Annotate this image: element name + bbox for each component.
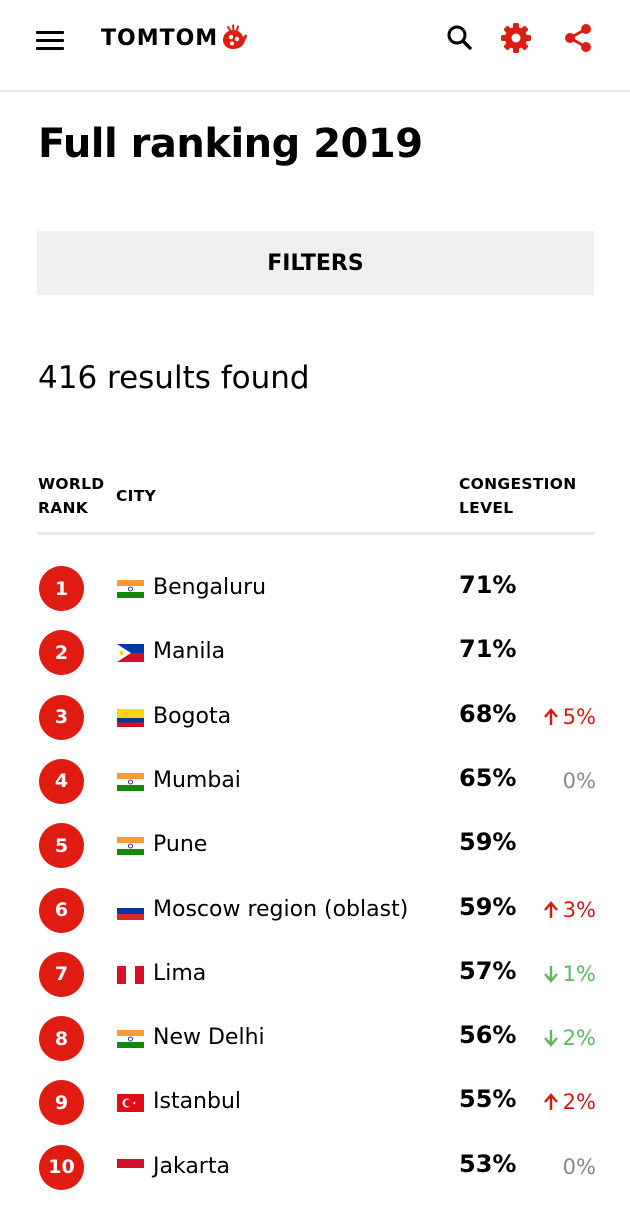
table-row[interactable]: 4 Mumbai 65% 0%: [0, 758, 630, 823]
city-name[interactable]: Moscow region (oblast): [153, 895, 408, 925]
congestion-level: 71%: [459, 571, 517, 599]
congestion-level: 56%: [459, 1021, 517, 1050]
flag-colombia-icon: [117, 708, 144, 727]
change-value: 1%: [562, 961, 596, 986]
flag-philippines-icon: [117, 644, 144, 663]
congestion-level: 68%: [459, 699, 517, 728]
congestion-level: 71%: [459, 635, 517, 664]
city-name[interactable]: Bogota: [153, 702, 231, 732]
logo-text: TOMTOM: [101, 26, 219, 51]
arrow-down-icon: [543, 1030, 558, 1047]
search-icon[interactable]: [444, 22, 476, 54]
column-header-line: WORLD: [38, 475, 105, 493]
change-value: 2%: [562, 1090, 596, 1115]
city-name[interactable]: Jakarta: [153, 1152, 230, 1182]
city-name[interactable]: Mumbai: [153, 766, 241, 796]
change-value: 3%: [562, 897, 596, 922]
rank-badge: 10: [39, 1144, 84, 1190]
change-indicator: 1%: [536, 959, 596, 989]
filters-button[interactable]: FILTERS: [37, 231, 594, 295]
rank-badge: 2: [39, 630, 84, 676]
congestion-level: 65%: [459, 763, 517, 792]
change-indicator: 5%: [536, 702, 596, 732]
flag-peru-icon: [117, 965, 144, 984]
flag-india-icon: [117, 580, 144, 598]
column-header-line: LEVEL: [459, 499, 514, 517]
change-value: 0%: [562, 768, 596, 793]
arrow-down-icon: [543, 965, 558, 983]
menu-icon[interactable]: [36, 29, 66, 53]
city-name[interactable]: Bengaluru: [153, 573, 266, 603]
flag-india-icon: [117, 837, 144, 856]
header-divider: [37, 532, 594, 535]
congestion-level: 57%: [459, 956, 517, 985]
results-count: 416 results found: [38, 360, 310, 396]
column-header-line: RANK: [38, 499, 89, 517]
app-header: TOMTOM: [0, 0, 630, 92]
rank-badge: 5: [39, 823, 84, 869]
flag-russia-icon: [117, 901, 144, 920]
city-name[interactable]: New Delhi: [153, 1023, 265, 1053]
rank-badge: 4: [39, 758, 84, 804]
column-header-city[interactable]: CITY: [116, 484, 156, 508]
change-indicator: 0%: [536, 766, 596, 796]
table-row[interactable]: 6 Moscow region (oblast) 59% 3%: [0, 887, 630, 952]
arrow-up-icon: [543, 1093, 558, 1111]
table-row[interactable]: 9 Istanbul 55% 2%: [0, 1080, 630, 1144]
city-name[interactable]: Istanbul: [153, 1087, 241, 1117]
table-row[interactable]: 5 Pune 59%: [0, 823, 630, 887]
change-indicator: 2%: [536, 1023, 596, 1053]
arrow-up-icon: [543, 900, 558, 918]
arrow-up-icon: [543, 707, 558, 725]
table-row[interactable]: 8 New Delhi 56% 2%: [0, 1016, 630, 1080]
share-icon[interactable]: [562, 22, 594, 54]
change-value: 5%: [562, 704, 596, 729]
rank-badge: 8: [39, 1016, 84, 1062]
rank-badge: 6: [39, 887, 84, 933]
change-value: 0%: [562, 1154, 596, 1179]
rank-badge: 1: [39, 566, 84, 611]
column-header-line: CONGESTION: [459, 475, 577, 493]
change-indicator: 3%: [536, 895, 596, 925]
change-indicator: 0%: [536, 1152, 596, 1182]
congestion-level: 53%: [459, 1149, 517, 1178]
table-row[interactable]: 1 Bengaluru 71%: [0, 566, 630, 630]
change-indicator: 2%: [536, 1087, 596, 1117]
congestion-level: 59%: [459, 892, 517, 921]
flag-indonesia-icon: [117, 1158, 144, 1177]
rank-badge: 9: [39, 1080, 84, 1126]
viewport-edge: [0, 1192, 630, 1200]
table-row[interactable]: 2 Manila 71%: [0, 630, 630, 694]
table-row[interactable]: 7 Lima 57% 1%: [0, 951, 630, 1016]
tomtom-logo[interactable]: TOMTOM: [101, 24, 248, 54]
city-name[interactable]: Pune: [153, 830, 207, 860]
column-header-congestion-level[interactable]: CONGESTION LEVEL: [459, 472, 599, 520]
gear-icon[interactable]: [500, 22, 532, 54]
city-name[interactable]: Lima: [153, 959, 206, 989]
flag-india-icon: [117, 1030, 144, 1049]
rank-badge: 7: [39, 951, 84, 997]
congestion-level: 59%: [459, 828, 517, 857]
flag-india-icon: [117, 772, 144, 791]
flag-turkey-icon: [117, 1094, 144, 1113]
column-header-world-rank[interactable]: WORLD RANK: [38, 472, 118, 520]
city-name[interactable]: Manila: [153, 637, 225, 667]
congestion-level: 55%: [459, 1085, 517, 1114]
change-value: 2%: [562, 1026, 596, 1051]
rank-badge: 3: [39, 694, 84, 740]
table-row[interactable]: 3 Bogota 68% 5%: [0, 694, 630, 759]
tomtom-hand-icon: [223, 24, 248, 49]
page-title: Full ranking 2019: [38, 121, 423, 167]
